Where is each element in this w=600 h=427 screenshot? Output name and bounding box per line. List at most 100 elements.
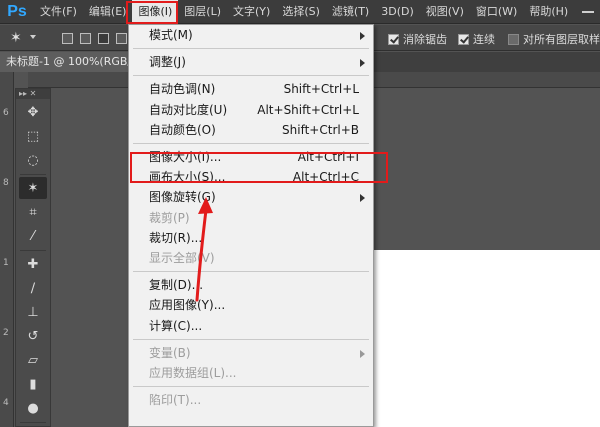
lasso-tool-icon[interactable]: ◌ <box>19 149 47 171</box>
ruler-mark: 1 <box>3 258 9 268</box>
image-menu-item[interactable]: 自动颜色(O) Shift+Ctrl+B <box>129 120 373 140</box>
menu-6[interactable]: 滤镜(T) <box>326 0 375 24</box>
minimize-icon[interactable] <box>582 11 594 13</box>
eraser-tool-icon[interactable]: ▱ <box>19 349 47 371</box>
menu-8[interactable]: 视图(V) <box>420 0 470 24</box>
image-menu-item[interactable]: 模式(M) <box>129 25 373 45</box>
menu-item-label: 裁剪(P) <box>149 210 190 225</box>
submenu-arrow-icon <box>360 194 365 203</box>
menu-4[interactable]: 文字(Y) <box>227 0 276 24</box>
menu-item-label: 复制(D)... <box>149 278 204 293</box>
menu-item-shortcut: Alt+Shift+Ctrl+L <box>257 102 359 117</box>
sample-all-layers-checkbox[interactable]: 对所有图层取样 <box>508 32 600 46</box>
contiguous-checkbox[interactable]: 连续 <box>458 32 495 46</box>
menu-item-label: 变量(B) <box>149 345 191 360</box>
menu-0[interactable]: 文件(F) <box>34 0 83 24</box>
menu-item-label: 陷印(T)... <box>149 393 202 408</box>
image-menu-item: 显示全部(V) <box>129 248 373 268</box>
ruler-mark: 2 <box>3 328 9 338</box>
image-menu-item[interactable]: 计算(C)... <box>129 316 373 336</box>
ruler-mark: 6 <box>3 108 9 118</box>
tool-preset-chevron-down-icon[interactable] <box>30 35 36 39</box>
antialias-label: 消除锯齿 <box>403 33 447 46</box>
document-canvas[interactable] <box>373 250 600 427</box>
menu-item-label: 模式(M) <box>149 28 193 42</box>
item-highlight-box <box>130 152 388 183</box>
vertical-ruler: 6 8 1 2 4 <box>0 72 14 427</box>
menu-separator <box>133 338 369 340</box>
image-menu-item[interactable]: 裁切(R)... <box>129 228 373 248</box>
move-tool-icon[interactable]: ✥ <box>19 101 47 123</box>
image-menu-item: 裁剪(P) <box>129 208 373 228</box>
sample-all-check-icon[interactable] <box>508 33 519 45</box>
menu-highlight-box <box>126 1 178 24</box>
ruler-mark: 4 <box>3 398 9 408</box>
menu-item-label: 显示全部(V) <box>149 251 215 265</box>
contiguous-check-icon[interactable] <box>458 33 469 45</box>
clone-stamp-tool-icon[interactable]: ⊥ <box>19 301 47 323</box>
antialias-check-icon[interactable] <box>388 33 399 45</box>
contiguous-label: 连续 <box>473 33 495 46</box>
menu-item-label: 自动对比度(U) <box>149 102 228 117</box>
image-menu-item: 变量(B) <box>129 343 373 363</box>
menu-separator <box>133 271 369 273</box>
add-to-selection-icon[interactable] <box>80 33 91 44</box>
magic-wand-tool-icon[interactable]: ✶ <box>19 177 47 199</box>
image-menu-item: 应用数据组(L)... <box>129 363 373 383</box>
image-menu-dropdown: 模式(M) 调整(J) 自动色调(N) Shift+Ctrl+L 自动对比度(U) Alt… <box>128 24 374 427</box>
image-menu-item[interactable]: 应用图像(Y)... <box>129 295 373 315</box>
image-menu-item[interactable]: 复制(D)... <box>129 275 373 295</box>
ruler-mark: 8 <box>3 178 9 188</box>
submenu-arrow-icon <box>360 32 365 40</box>
submenu-arrow-icon <box>360 349 365 358</box>
image-menu-item[interactable]: 自动色调(N) Shift+Ctrl+L <box>129 79 373 99</box>
menu-10[interactable]: 帮助(H) <box>523 0 574 24</box>
image-menu-item[interactable]: 图像旋转(G) <box>129 187 373 207</box>
menu-item-label: 自动颜色(O) <box>149 122 216 137</box>
history-brush-tool-icon[interactable]: ↺ <box>19 325 47 347</box>
menu-item-label: 调整(J) <box>149 55 186 70</box>
menu-item-label: 计算(C)... <box>149 318 203 333</box>
menu-separator <box>133 75 369 77</box>
toolbox-separator <box>20 250 46 251</box>
image-menu-item[interactable]: 调整(J) <box>129 52 373 72</box>
menu-3[interactable]: 图层(L) <box>178 0 227 24</box>
toolbox-separator <box>20 422 46 423</box>
toolbox-header[interactable]: ▸▸ ✕ <box>16 89 50 99</box>
menu-item-label: 应用图像(Y)... <box>149 298 226 313</box>
menu-bar: Ps 文件(F) 编辑(E) 图像(I) 图层(L) 文字(Y) 选择(S) 滤镜(T) 3D… <box>0 0 600 24</box>
blur-tool-icon[interactable]: ● <box>19 397 47 419</box>
image-menu-item[interactable]: 自动对比度(U) Alt+Shift+Ctrl+L <box>129 100 373 120</box>
eyedropper-tool-icon[interactable]: ⁄ <box>19 225 47 247</box>
sample-all-label: 对所有图层取样 <box>523 33 600 46</box>
antialias-checkbox[interactable]: 消除锯齿 <box>388 32 447 46</box>
menu-item-shortcut: Shift+Ctrl+L <box>283 82 359 97</box>
toolbox-separator <box>20 174 46 175</box>
menu-7[interactable]: 3D(D) <box>375 0 420 24</box>
menu-9[interactable]: 窗口(W) <box>470 0 523 24</box>
menu-item-label: 裁切(R)... <box>149 230 203 245</box>
intersect-selection-icon[interactable] <box>116 33 127 44</box>
tool-list: ✥⬚◌✶⌗⁄✚∕⊥↺▱▮●○ <box>16 101 50 427</box>
crop-tool-icon[interactable]: ⌗ <box>19 201 47 223</box>
menu-separator <box>133 143 369 144</box>
menu-item-shortcut: Shift+Ctrl+B <box>282 122 359 137</box>
menu-separator <box>133 386 369 388</box>
menu-item-label: 应用数据组(L)... <box>149 366 237 380</box>
gradient-tool-icon[interactable]: ▮ <box>19 373 47 395</box>
document-tab[interactable]: 未标题-1 @ 100%(RGB/8) <box>0 52 132 72</box>
subtract-selection-icon[interactable] <box>98 33 109 44</box>
menu-items: 文件(F) 编辑(E) 图像(I) 图层(L) 文字(Y) 选择(S) 滤镜(T) 3D(D)… <box>34 0 574 24</box>
image-menu-item: 陷印(T)... <box>129 390 373 410</box>
menu-item-label: 自动色调(N) <box>149 82 216 97</box>
magic-wand-icon[interactable]: ✶ <box>10 29 28 47</box>
menu-item-label: 图像旋转(G) <box>149 190 216 205</box>
photoshop-logo: Ps <box>7 2 27 20</box>
menu-5[interactable]: 选择(S) <box>276 0 326 24</box>
healing-brush-tool-icon[interactable]: ✚ <box>19 253 47 275</box>
brush-tool-icon[interactable]: ∕ <box>19 277 47 299</box>
new-selection-icon[interactable] <box>62 33 73 44</box>
marquee-tool-icon[interactable]: ⬚ <box>19 125 47 147</box>
toolbox: ▸▸ ✕ ✥⬚◌✶⌗⁄✚∕⊥↺▱▮●○ <box>15 88 51 427</box>
submenu-arrow-icon <box>360 59 365 68</box>
